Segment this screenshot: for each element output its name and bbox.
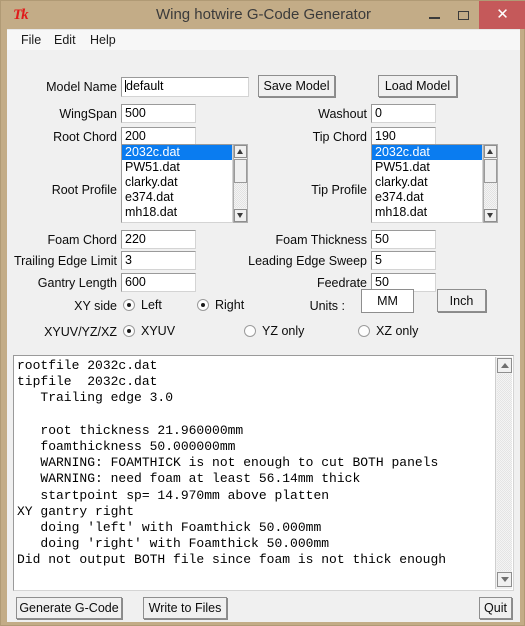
root-profile-label: Root Profile — [51, 183, 117, 197]
application-window: Tk Wing hotwire G-Code Generator ✕ File … — [0, 0, 525, 626]
list-item[interactable]: mh18.dat — [372, 205, 482, 220]
save-model-button[interactable]: Save Model — [258, 75, 335, 97]
list-item[interactable]: e374.dat — [372, 190, 482, 205]
list-item[interactable]: e374.dat — [122, 190, 232, 205]
triangle-up-icon — [500, 363, 509, 368]
triangle-up-icon — [237, 149, 243, 154]
radio-label: Left — [141, 298, 162, 312]
radio-label: XYUV — [141, 324, 176, 338]
minimize-button[interactable] — [421, 1, 449, 29]
leading-edge-sweep-label: Leading Edge Sweep — [248, 254, 367, 268]
radio-indicator — [123, 299, 135, 311]
trailing-edge-limit-label: Trailing Edge Limit — [13, 254, 117, 268]
triangle-down-icon — [487, 213, 493, 218]
scroll-up-button[interactable] — [497, 358, 512, 373]
model-name-label: Model Name — [46, 80, 117, 94]
console-output-text: rootfile 2032c.dat tipfile 2032c.dat Tra… — [17, 358, 447, 568]
triangle-down-icon — [500, 577, 509, 582]
console-scrollbar[interactable] — [495, 357, 512, 589]
list-item[interactable]: 2032c.dat — [122, 145, 232, 160]
tip-chord-label: Tip Chord — [312, 130, 367, 144]
axis-mode-label: XYUV/YZ/XZ — [44, 325, 117, 339]
xy-side-label: XY side — [74, 299, 117, 313]
root-profile-scrollbar[interactable] — [233, 144, 248, 223]
units-mm-button[interactable]: MM — [361, 289, 414, 313]
radio-label: XZ only — [376, 324, 419, 338]
foam-thickness-input[interactable]: 50 — [371, 230, 436, 249]
model-name-input[interactable]: default — [121, 77, 249, 97]
title-bar: Tk Wing hotwire G-Code Generator ✕ — [1, 1, 525, 29]
scrollbar-track[interactable] — [497, 374, 512, 571]
radio-indicator — [358, 325, 370, 337]
wingspan-input[interactable]: 500 — [121, 104, 196, 123]
tip-profile-listbox[interactable]: 2032c.dat PW51.dat clarky.dat e374.dat m… — [371, 144, 483, 223]
scroll-up-button[interactable] — [234, 145, 247, 158]
menu-item-edit[interactable]: Edit — [49, 31, 81, 49]
units-label: Units : — [309, 299, 345, 313]
menu-item-help[interactable]: Help — [85, 31, 121, 49]
scroll-down-button[interactable] — [234, 209, 247, 222]
triangle-down-icon — [237, 213, 243, 218]
list-item[interactable]: mh18.dat — [122, 205, 232, 220]
radio-label: Right — [215, 298, 245, 312]
write-to-files-button[interactable]: Write to Files — [143, 597, 227, 619]
foam-thickness-label: Foam Thickness — [275, 233, 367, 247]
wingspan-label: WingSpan — [59, 107, 117, 121]
console-output-panel: rootfile 2032c.dat tipfile 2032c.dat Tra… — [13, 355, 514, 591]
load-model-button[interactable]: Load Model — [378, 75, 457, 97]
scroll-down-button[interactable] — [484, 209, 497, 222]
gantry-length-label: Gantry Length — [37, 276, 117, 290]
scrollbar-track[interactable] — [234, 183, 247, 208]
scroll-up-button[interactable] — [484, 145, 497, 158]
radio-indicator — [197, 299, 209, 311]
trailing-edge-limit-input[interactable]: 3 — [121, 251, 196, 270]
menu-bar: File Edit Help — [7, 30, 520, 50]
list-item[interactable]: clarky.dat — [122, 175, 232, 190]
radio-indicator — [244, 325, 256, 337]
tip-profile-label: Tip Profile — [311, 183, 367, 197]
tip-profile-scrollbar[interactable] — [483, 144, 498, 223]
foam-chord-label: Foam Chord — [47, 233, 117, 247]
maximize-button[interactable] — [450, 1, 478, 29]
units-inch-button[interactable]: Inch — [437, 289, 486, 312]
model-name-value: default — [126, 79, 164, 93]
quit-button[interactable]: Quit — [479, 597, 512, 619]
scrollbar-thumb[interactable] — [484, 159, 497, 183]
list-item[interactable]: PW51.dat — [122, 160, 232, 175]
close-button[interactable]: ✕ — [479, 1, 525, 29]
menu-item-file[interactable]: File — [16, 31, 46, 49]
triangle-up-icon — [487, 149, 493, 154]
list-item[interactable]: clarky.dat — [372, 175, 482, 190]
gantry-length-input[interactable]: 600 — [121, 273, 196, 292]
feedrate-label: Feedrate — [316, 276, 367, 290]
maximize-icon — [458, 11, 469, 20]
washout-label: Washout — [318, 107, 367, 121]
leading-edge-sweep-input[interactable]: 5 — [371, 251, 436, 270]
scrollbar-thumb[interactable] — [234, 159, 247, 183]
scrollbar-track[interactable] — [484, 183, 497, 208]
radio-label: YZ only — [262, 324, 305, 338]
scroll-down-button[interactable] — [497, 572, 512, 587]
root-profile-listbox[interactable]: 2032c.dat PW51.dat clarky.dat e374.dat m… — [121, 144, 233, 223]
close-icon: ✕ — [496, 6, 509, 23]
client-area: File Edit Help Model Name default WingSp… — [7, 29, 520, 622]
bottom-button-bar: Generate G-Code Write to Files Quit — [7, 592, 520, 622]
list-item[interactable]: 2032c.dat — [372, 145, 482, 160]
generate-gcode-button[interactable]: Generate G-Code — [16, 597, 122, 619]
root-chord-label: Root Chord — [53, 130, 117, 144]
washout-input[interactable]: 0 — [371, 104, 436, 123]
minimize-icon — [429, 17, 440, 19]
radio-indicator — [123, 325, 135, 337]
foam-chord-input[interactable]: 220 — [121, 230, 196, 249]
list-item[interactable]: PW51.dat — [372, 160, 482, 175]
